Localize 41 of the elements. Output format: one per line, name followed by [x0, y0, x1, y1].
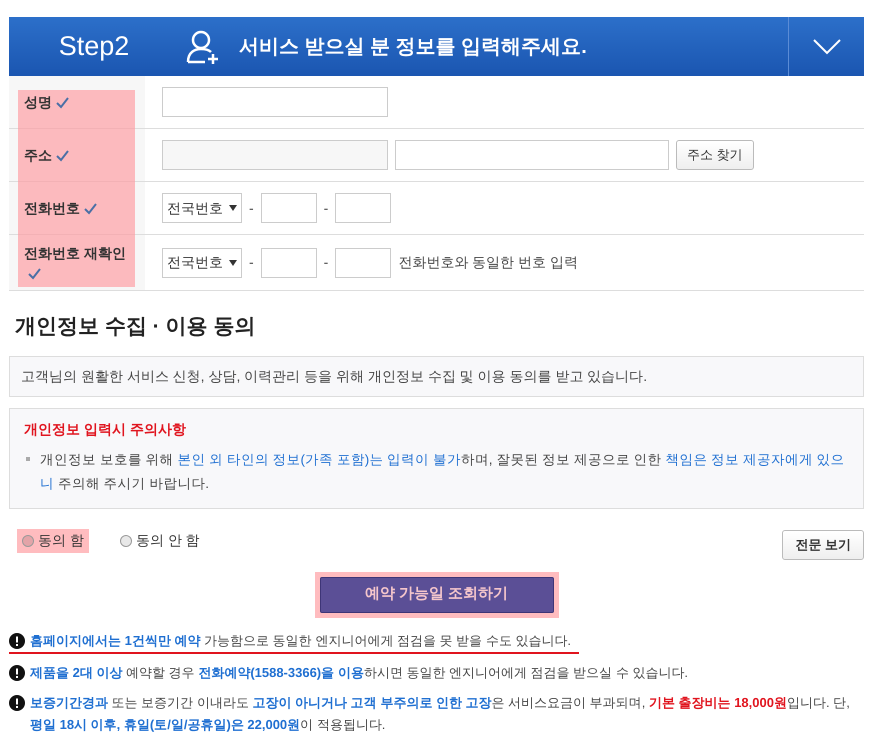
- bullet-icon: [26, 456, 30, 460]
- field-label: 성명: [24, 92, 134, 112]
- step-label: Step2: [58, 30, 130, 64]
- input-field[interactable]: [162, 87, 388, 117]
- alert-icon: [9, 632, 25, 648]
- dash: -: [249, 198, 254, 218]
- input-field[interactable]: [395, 140, 669, 170]
- note-text: 보증기간경과 또는 보증기간 이내라도 고장이 아니거나 고객 부주의로 인한 고장은 서비스요금이 부과되며, 기본 출장비는 18,000원입니다. 단, 평일 18시 이후, 휴일(토/일/공휴일)은 22,000원이 적용됩니다.: [30, 694, 851, 734]
- area-code-select[interactable]: 전국번호: [162, 193, 242, 223]
- notice-text: 개인정보 보호를 위해 본인 외 타인의 정보(가족 포함)는 입력이 불가하며, 잘못된 정보 제공으로 인한 책임은 정보 제공자에게 있으니 주의해 주시기 바랍니다.: [40, 450, 846, 492]
- dash: -: [324, 253, 328, 272]
- note-text: 제품을 2대 이상 예약할 경우 전화예약(1588-3366)을 이용하시면 동일한 엔지니어에게 점검을 받으실 수 있습니다.: [30, 664, 688, 682]
- input-field[interactable]: [335, 193, 392, 223]
- input-field[interactable]: [260, 248, 317, 278]
- note-text: 홈페이지에서는 1건씩만 예약 가능함으로 동일한 엔지니어에게 점검을 못 받을 수도 있습니다.: [30, 632, 572, 650]
- step-title: 서비스 받으실 분 정보를 입력해주세요.: [239, 34, 588, 60]
- consent-radio[interactable]: 동의 안 함: [114, 528, 205, 552]
- alert-icon: [9, 664, 25, 680]
- section-title: 개인정보 수집 · 이용 동의: [15, 314, 256, 340]
- submit-button[interactable]: 예약 가능일 조회하기: [320, 576, 554, 612]
- input-field[interactable]: [162, 140, 388, 170]
- area-code-select[interactable]: 전국번호: [162, 248, 242, 278]
- input-field[interactable]: [335, 248, 392, 278]
- input-field[interactable]: [260, 193, 317, 223]
- consent-radio[interactable]: 동의 함: [17, 528, 89, 552]
- dash: -: [249, 253, 254, 272]
- dropdown-arrow-icon: [229, 205, 237, 211]
- notice-title: 개인정보 입력시 주의사항: [24, 420, 187, 438]
- radio-icon: [120, 534, 132, 546]
- full-text-button[interactable]: 전문 보기: [782, 530, 864, 560]
- dropdown-arrow-icon: [229, 260, 237, 266]
- field-label: 전화번호: [24, 198, 134, 218]
- chevron-down-icon: [812, 38, 840, 54]
- alert-icon: [9, 694, 25, 710]
- dash: -: [324, 198, 328, 218]
- address-search-button[interactable]: 주소 찾기: [676, 140, 754, 170]
- radio-icon: [22, 534, 34, 546]
- intro-text: 고객님의 원활한 서비스 신청, 상담, 이력관리 등을 위해 개인정보 수집 및 이용 동의를 받고 있습니다.: [21, 366, 648, 386]
- hint-text: 전화번호와 동일한 번호 입력: [398, 253, 578, 272]
- field-label: 전화번호 재확인: [24, 242, 134, 282]
- field-label: 주소: [24, 145, 134, 165]
